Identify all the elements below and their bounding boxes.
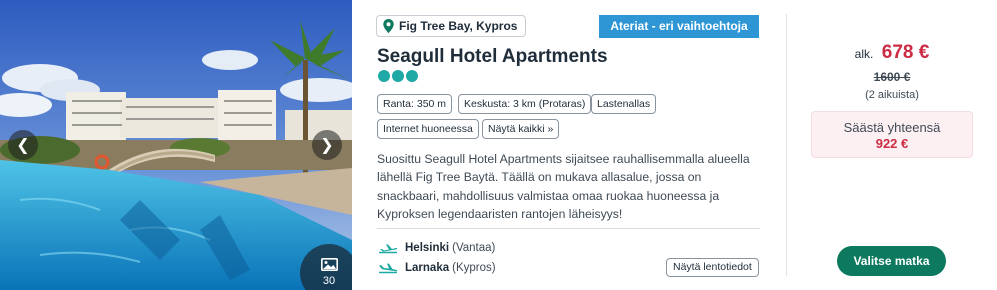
location-badge[interactable]: Fig Tree Bay, Kypros (376, 15, 527, 37)
chip-beach-distance: Ranta: 350 m (377, 94, 453, 114)
flight-outbound-region: (Vantaa) (452, 242, 496, 254)
chip-center-distance: Keskusta: 3 km (Protaras) (458, 94, 592, 114)
select-trip-button[interactable]: Valitse matka (837, 246, 946, 276)
location-label: Fig Tree Bay, Kypros (399, 19, 518, 33)
image-gallery-icon (321, 258, 338, 271)
chip-internet: Internet huoneessa (377, 119, 479, 139)
rating-icon (406, 70, 418, 82)
price-row: alk. 678 € (787, 42, 997, 64)
map-pin-icon (383, 19, 394, 33)
photo-next-button[interactable]: ❯ (312, 130, 342, 160)
savings-box: Säästä yhteensä 922 € (811, 111, 973, 158)
rating-icon (378, 70, 390, 82)
divider (377, 228, 760, 229)
meal-option-tag: Ateriat - eri vaihtoehtoja (599, 15, 759, 38)
hotel-photo-image (0, 0, 352, 290)
price-current: 678 € (881, 42, 930, 63)
flight-outbound: Helsinki (Vantaa) (378, 242, 495, 254)
price-travellers: (2 aikuista) (865, 89, 919, 101)
flight-inbound-region: (Kypros) (452, 262, 496, 274)
rating-icon (392, 70, 404, 82)
gallery-count: 30 (322, 275, 336, 287)
show-flight-details-button[interactable]: Näytä lentotiedot (666, 258, 759, 277)
show-all-amenities-button[interactable]: Näytä kaikki » (482, 119, 560, 139)
chip-kids-pool: Lastenallas (591, 94, 657, 114)
flight-inbound-city: Larnaka (405, 262, 450, 274)
plane-arrival-icon (379, 263, 398, 273)
savings-label: Säästä yhteensä (843, 120, 941, 135)
hotel-description: Suosittu Seagull Hotel Apartments sijait… (377, 152, 750, 221)
chevron-left-icon: ❮ (16, 135, 30, 154)
flight-outbound-city: Helsinki (405, 242, 450, 254)
hotel-card: ❮ ❯ 30 Fig Tree Bay, Kypros Ateriat - er… (0, 0, 997, 290)
flight-inbound: Larnaka (Kypros) (378, 262, 496, 274)
hotel-name[interactable]: Seagull Hotel Apartments (377, 46, 608, 68)
chevron-right-icon: ❯ (320, 135, 334, 154)
plane-departure-icon (379, 244, 398, 253)
savings-amount: 922 € (875, 136, 909, 151)
hotel-photo[interactable]: ❮ ❯ 30 (0, 0, 352, 290)
photo-prev-button[interactable]: ❮ (8, 130, 38, 160)
price-original: 1600 € (873, 70, 911, 84)
price-prefix: alk. (854, 47, 874, 61)
hotel-rating (378, 70, 418, 82)
